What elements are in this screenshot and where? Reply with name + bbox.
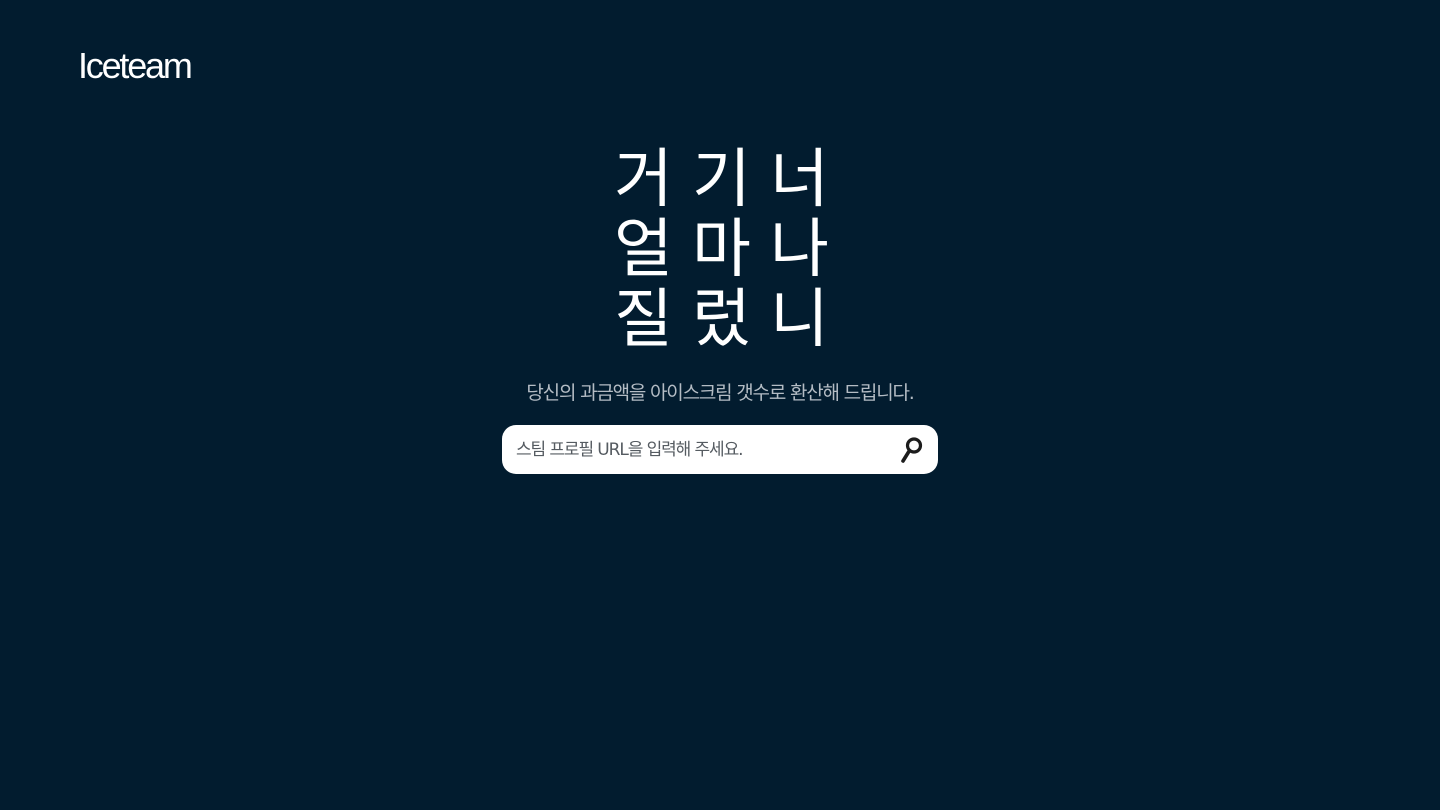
hero-char: 기 [692,143,751,217]
search-input[interactable] [516,434,898,465]
search-icon [900,436,924,464]
search-button[interactable] [898,434,926,466]
hero-line-2: 얼 마 나 [614,213,829,287]
hero-char: 얼 [614,213,673,287]
logo[interactable]: Iceteam [78,44,193,88]
hero-char: 질 [614,283,673,357]
subtitle: 당신의 과금액을 아이스크림 갯수로 환산해 드립니다. [526,382,914,404]
hero-char: 너 [770,143,829,217]
hero-char: 거 [614,143,673,217]
hero-line-1: 거 기 너 [614,143,829,217]
hero-line-3: 질 렀 니 [614,283,829,357]
hero-char: 니 [770,283,829,357]
search-bar [502,425,938,474]
hero-char: 렀 [692,283,751,357]
hero-char: 마 [692,213,751,287]
hero-title: 거 기 너 얼 마 나 질 렀 니 [0,145,1440,355]
hero-char: 나 [770,213,829,287]
